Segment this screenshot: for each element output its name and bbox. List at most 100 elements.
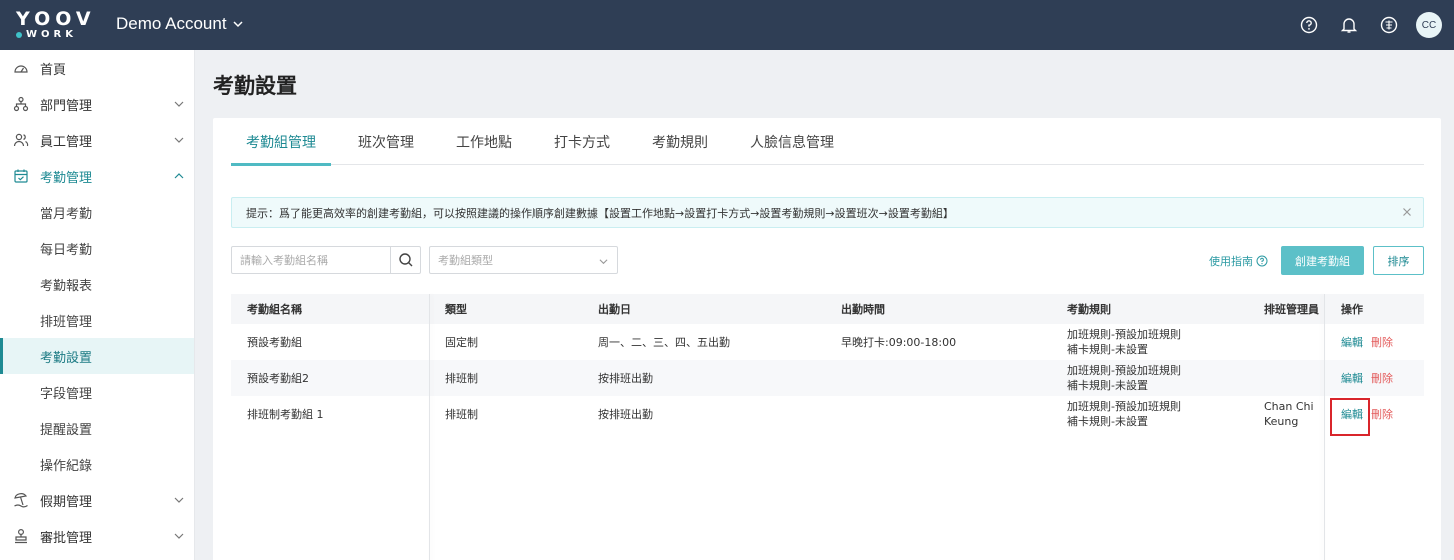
sidebar-item-employees[interactable]: 員工管理 [0, 122, 194, 158]
attendance-groups-table: 考勤組名稱 類型 出勤日 出勤時間 考勤規則 排班管理員 操作 預設考勤組 固定… [231, 294, 1424, 560]
header-shift-admin: 排班管理員 [1264, 303, 1319, 316]
tip-text: 提示：爲了能更高效率的創建考勤組，可以按照建議的操作順序創建數據【設置工作地點→… [246, 206, 954, 220]
table-row: 排班制考勤組 1 排班制 按排班出勤 加班規則-預設加班規則 補卡規則-未設置 … [231, 396, 1424, 432]
main-card: 考勤組管理 班次管理 工作地點 打卡方式 考勤規則 人臉信息管理 提示：爲了能更… [213, 118, 1441, 560]
edit-link[interactable]: 編輯 [1341, 370, 1363, 386]
sidebar-subitem-monthly-attendance[interactable]: 當月考勤 [0, 194, 194, 230]
cell-work-time: 早晚打卡:09:00-18:00 [841, 336, 957, 349]
chevron-down-icon [599, 259, 608, 265]
chevron-down-icon [174, 137, 184, 143]
admin-name-line2: Keung [1264, 415, 1299, 428]
sidebar-item-leave[interactable]: 假期管理 [0, 482, 194, 518]
chevron-down-icon [174, 101, 184, 107]
sidebar-item-label: 首頁 [40, 62, 67, 78]
beach-icon [12, 491, 30, 509]
sidebar-subitem-shift-scheduling[interactable]: 排班管理 [0, 302, 194, 338]
chevron-down-icon [233, 21, 243, 28]
sidebar: 首頁 部門管理 員工管理 考勤管理 當月考勤 每日考勤 考勤報表 排班管理 考勤… [0, 50, 195, 560]
table-header: 考勤組名稱 類型 出勤日 出勤時間 考勤規則 排班管理員 操作 [231, 294, 1424, 324]
header-group-name: 考勤組名稱 [247, 303, 302, 316]
user-guide-link[interactable]: 使用指南 [1209, 253, 1268, 269]
cell-type: 排班制 [445, 408, 478, 421]
yoov-work-logo[interactable]: YOOV WORK [16, 8, 96, 42]
sidebar-subitem-field-management[interactable]: 字段管理 [0, 374, 194, 410]
create-group-button[interactable]: 創建考勤組 [1281, 246, 1364, 275]
fixed-column-divider-right [1324, 294, 1325, 560]
cell-work-days: 按排班出勤 [598, 372, 653, 385]
sidebar-subitem-reminder-settings[interactable]: 提醒設置 [0, 410, 194, 446]
stamp-icon [12, 527, 30, 545]
user-avatar[interactable]: CC [1416, 12, 1442, 38]
tab-attendance-groups[interactable]: 考勤組管理 [231, 118, 331, 166]
chevron-down-icon [174, 533, 184, 539]
makeup-rule: 補卡規則-未設置 [1067, 343, 1148, 356]
page-title: 考勤設置 [213, 74, 297, 98]
org-chart-icon [12, 95, 30, 113]
tab-work-locations[interactable]: 工作地點 [441, 118, 527, 165]
cell-rules: 加班規則-預設加班規則 補卡規則-未設置 [1067, 324, 1181, 360]
cell-group-name: 排班制考勤組 1 [247, 408, 324, 421]
header-type: 類型 [445, 303, 467, 316]
group-type-select[interactable]: 考勤組類型 [429, 246, 618, 274]
overtime-rule: 加班規則-預設加班規則 [1067, 328, 1181, 341]
tip-banner: 提示：爲了能更高效率的創建考勤組，可以按照建議的操作順序創建數據【設置工作地點→… [231, 197, 1424, 228]
cell-work-days: 周一、二、三、四、五出勤 [598, 336, 730, 349]
sidebar-item-label: 員工管理 [40, 134, 93, 150]
delete-link[interactable]: 刪除 [1371, 406, 1393, 422]
cell-work-days: 按排班出勤 [598, 408, 653, 421]
sidebar-subitem-attendance-settings[interactable]: 考勤設置 [0, 338, 194, 374]
calendar-check-icon [12, 167, 30, 185]
close-icon[interactable] [1401, 206, 1413, 218]
account-switcher[interactable]: Demo Account [116, 14, 243, 34]
admin-name-line1: Chan Chi [1264, 400, 1314, 413]
header-work-days: 出勤日 [598, 303, 631, 316]
sidebar-subitem-attendance-report[interactable]: 考勤報表 [0, 266, 194, 302]
search-button[interactable] [390, 247, 420, 273]
sidebar-item-home[interactable]: 首頁 [0, 50, 194, 86]
sidebar-subitem-daily-attendance[interactable]: 每日考勤 [0, 230, 194, 266]
cell-rules: 加班規則-預設加班規則 補卡規則-未設置 [1067, 396, 1181, 432]
sidebar-item-approval[interactable]: 審批管理 [0, 518, 194, 554]
delete-link[interactable]: 刪除 [1371, 334, 1393, 350]
cell-actions: 編輯 刪除 [1341, 324, 1393, 360]
cell-group-name: 預設考勤組2 [247, 372, 309, 385]
top-bar: YOOV WORK Demo Account CC [0, 0, 1454, 50]
dashboard-icon [12, 59, 30, 77]
help-icon[interactable] [1296, 12, 1322, 38]
tab-face-info[interactable]: 人臉信息管理 [735, 118, 849, 165]
select-placeholder: 考勤組類型 [438, 254, 493, 267]
table-row: 預設考勤組2 排班制 按排班出勤 加班規則-預設加班規則 補卡規則-未設置 編輯… [231, 360, 1424, 396]
tab-shifts[interactable]: 班次管理 [343, 118, 429, 165]
header-work-time: 出勤時間 [841, 303, 885, 316]
sidebar-item-label: 審批管理 [40, 530, 93, 546]
delete-link[interactable]: 刪除 [1371, 370, 1393, 386]
tab-attendance-rules[interactable]: 考勤規則 [637, 118, 723, 165]
help-icon [1256, 255, 1268, 267]
guide-label: 使用指南 [1209, 255, 1253, 268]
cell-rules: 加班規則-預設加班規則 補卡規則-未設置 [1067, 360, 1181, 396]
header-actions: 操作 [1341, 303, 1363, 316]
tab-clock-in-methods[interactable]: 打卡方式 [539, 118, 625, 165]
logo-wordmark: YOOV [16, 8, 96, 30]
table-row: 預設考勤組 固定制 周一、二、三、四、五出勤 早晚打卡:09:00-18:00 … [231, 324, 1424, 360]
sidebar-item-attendance[interactable]: 考勤管理 [0, 158, 194, 194]
bell-icon[interactable] [1336, 12, 1362, 38]
header-rules: 考勤規則 [1067, 303, 1111, 316]
edit-link[interactable]: 編輯 [1341, 334, 1363, 350]
sidebar-subitem-operation-log[interactable]: 操作紀錄 [0, 446, 194, 482]
account-name: Demo Account [116, 14, 227, 33]
search-input[interactable] [232, 247, 390, 273]
logo-subtitle: WORK [26, 29, 77, 40]
overtime-rule: 加班規則-預設加班規則 [1067, 364, 1181, 377]
cell-shift-admin: Chan Chi Keung [1264, 396, 1314, 432]
sidebar-item-label: 考勤管理 [40, 170, 93, 186]
makeup-rule: 補卡規則-未設置 [1067, 415, 1148, 428]
group-search [231, 246, 421, 274]
makeup-rule: 補卡規則-未設置 [1067, 379, 1148, 392]
sort-button[interactable]: 排序 [1373, 246, 1424, 275]
cell-group-name: 預設考勤組 [247, 336, 302, 349]
search-icon [398, 253, 412, 267]
language-icon[interactable] [1376, 12, 1402, 38]
chevron-down-icon [174, 497, 184, 503]
sidebar-item-departments[interactable]: 部門管理 [0, 86, 194, 122]
